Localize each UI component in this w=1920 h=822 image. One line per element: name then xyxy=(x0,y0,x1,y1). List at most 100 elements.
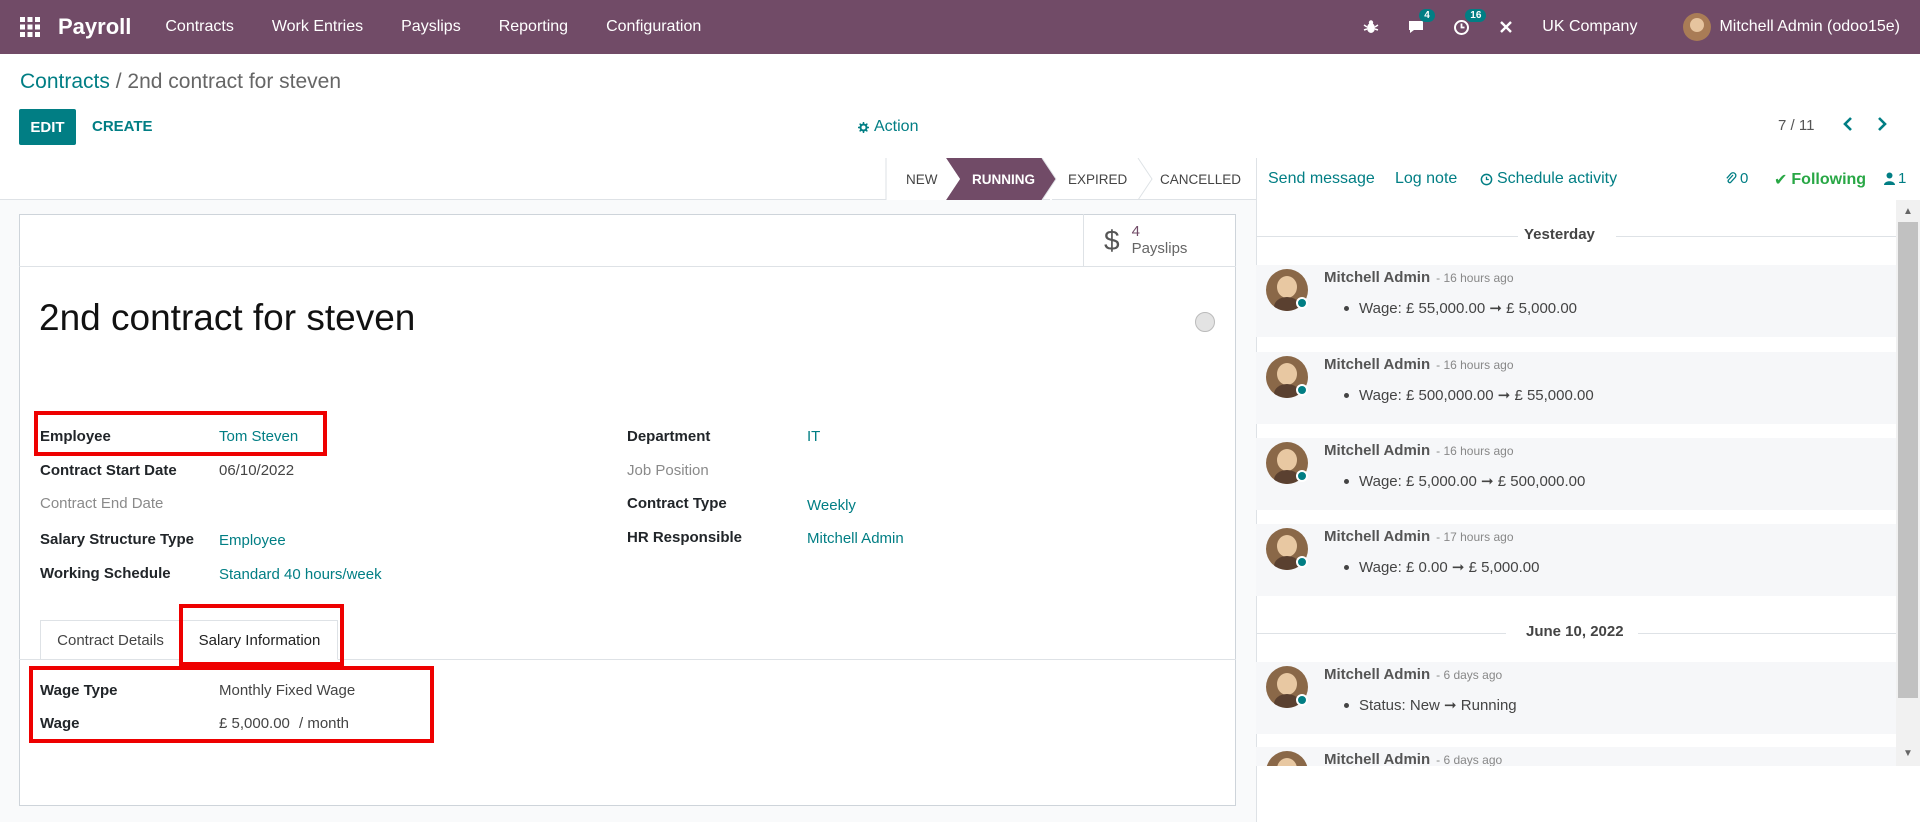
contract-type-field[interactable]: Weekly xyxy=(807,497,856,514)
message-header: Mitchell Admin - 6 days ago xyxy=(1324,666,1502,683)
chatter-message: Mitchell Admin - 16 hours ago Wage: £ 5,0… xyxy=(1256,438,1896,510)
highlight-employee xyxy=(34,411,327,456)
message-header: Mitchell Admin - 17 hours ago xyxy=(1324,528,1514,545)
online-status-icon xyxy=(1296,694,1308,706)
message-author[interactable]: Mitchell Admin xyxy=(1324,751,1430,766)
highlight-salary-tab xyxy=(179,604,344,666)
message-date: - 6 days ago xyxy=(1436,753,1503,766)
followers-count: 1 xyxy=(1898,170,1907,187)
stage-new[interactable]: NEW xyxy=(906,158,938,200)
messages-icon[interactable]: 4 xyxy=(1407,9,1435,35)
chatter-clip: Mitchell Admin - 6 days ago xyxy=(1256,747,1896,766)
chatter-scrollbar-thumb[interactable] xyxy=(1898,222,1918,698)
chatter-message: Mitchell Admin - 16 hours ago Wage: £ 55,… xyxy=(1256,265,1896,337)
company-switcher[interactable]: UK Company xyxy=(1542,18,1637,36)
action-menu[interactable]: Action xyxy=(858,118,918,136)
message-body: Wage: £ 5,000.00 ➞ £ 500,000.00 xyxy=(1344,472,1585,490)
department-field[interactable]: IT xyxy=(807,428,820,445)
menu-reporting[interactable]: Reporting xyxy=(499,18,568,36)
stage-expired[interactable]: EXPIRED xyxy=(1068,158,1127,200)
menu-contracts[interactable]: Contracts xyxy=(165,18,233,36)
working-schedule-field[interactable]: Standard 40 hours/week xyxy=(219,566,382,583)
message-date: - 16 hours ago xyxy=(1436,358,1514,372)
pager-next-icon[interactable] xyxy=(1876,116,1888,136)
department-label: Department xyxy=(627,428,711,445)
payslips-smart-button[interactable]: $ 4 Payslips xyxy=(1083,214,1236,267)
message-author[interactable]: Mitchell Admin xyxy=(1324,356,1430,373)
gear-icon xyxy=(858,121,869,133)
chatter-message: Mitchell Admin - 17 hours ago Wage: £ 0.0… xyxy=(1256,524,1896,596)
working-schedule-label: Working Schedule xyxy=(40,565,171,582)
debug-bug-icon[interactable] xyxy=(1363,19,1379,35)
app-brand[interactable]: Payroll xyxy=(58,14,131,40)
pager-previous-icon[interactable] xyxy=(1842,116,1854,136)
tracking-value: Wage: £ 500,000.00 ➞ £ 55,000.00 xyxy=(1359,387,1594,404)
edit-button[interactable]: EDIT xyxy=(19,109,76,145)
job-position-label: Job Position xyxy=(627,462,709,479)
kanban-state-icon[interactable] xyxy=(1195,312,1215,332)
contract-start-date-field[interactable]: 06/10/2022 xyxy=(219,462,294,479)
followers-button[interactable]: 1 xyxy=(1884,170,1906,187)
activities-clock-icon[interactable]: 16 xyxy=(1453,8,1487,36)
scroll-down-icon[interactable]: ▼ xyxy=(1903,748,1913,759)
contract-end-date-label: Contract End Date xyxy=(40,495,164,512)
message-body: Wage: £ 500,000.00 ➞ £ 55,000.00 xyxy=(1344,386,1594,404)
tools-close-icon[interactable] xyxy=(1498,19,1514,35)
message-date: - 16 hours ago xyxy=(1436,444,1514,458)
menu-configuration[interactable]: Configuration xyxy=(606,18,701,36)
message-date: - 17 hours ago xyxy=(1436,530,1514,544)
message-author[interactable]: Mitchell Admin xyxy=(1324,442,1430,459)
schedule-activity-button[interactable]: Schedule activity xyxy=(1480,170,1617,188)
message-header: Mitchell Admin - 16 hours ago xyxy=(1324,269,1514,286)
contract-start-date-label: Contract Start Date xyxy=(40,462,177,479)
day-label: Yesterday xyxy=(1524,226,1595,243)
attachments-button[interactable]: 0 xyxy=(1725,170,1748,187)
user-avatar[interactable] xyxy=(1683,13,1712,41)
payslips-count: 4 xyxy=(1131,222,1140,240)
salary-structure-type-field[interactable]: Employee xyxy=(219,532,286,549)
hr-responsible-field[interactable]: Mitchell Admin xyxy=(807,530,904,547)
send-message-button[interactable]: Send message xyxy=(1268,170,1375,188)
message-header: Mitchell Admin - 16 hours ago xyxy=(1324,442,1514,459)
message-author[interactable]: Mitchell Admin xyxy=(1324,269,1430,286)
messages-badge: 4 xyxy=(1419,9,1435,22)
paperclip-icon xyxy=(1726,171,1737,183)
following-button[interactable]: ✔ Following xyxy=(1774,170,1866,190)
pager-value[interactable]: 7 / 11 xyxy=(1778,117,1814,134)
author-avatar[interactable] xyxy=(1266,751,1308,766)
message-author[interactable]: Mitchell Admin xyxy=(1324,528,1430,545)
menu-work-entries[interactable]: Work Entries xyxy=(272,18,363,36)
menu-payslips[interactable]: Payslips xyxy=(401,18,461,36)
breadcrumb-separator: / xyxy=(115,70,122,93)
stage-cancelled[interactable]: CANCELLED xyxy=(1160,158,1241,200)
attachments-count: 0 xyxy=(1740,170,1749,187)
apps-menu-icon[interactable] xyxy=(20,0,50,54)
message-date: - 6 days ago xyxy=(1436,668,1503,682)
record-title[interactable]: 2nd contract for steven xyxy=(39,297,415,339)
message-author[interactable]: Mitchell Admin xyxy=(1324,666,1430,683)
activities-badge: 16 xyxy=(1465,8,1487,22)
schedule-activity-label: Schedule activity xyxy=(1497,170,1618,187)
day-separator: June 10, 2022 xyxy=(1256,623,1896,643)
message-date: - 16 hours ago xyxy=(1436,271,1514,285)
breadcrumb-contracts[interactable]: Contracts xyxy=(20,70,110,93)
dollar-icon: $ xyxy=(1104,224,1120,256)
log-note-button[interactable]: Log note xyxy=(1395,170,1457,188)
chatter-message: Mitchell Admin - 16 hours ago Wage: £ 500… xyxy=(1256,352,1896,424)
online-status-icon xyxy=(1296,297,1308,309)
systray: 4 16 UK Company Mitchell Admin (odoo15e) xyxy=(1363,0,1920,54)
action-label: Action xyxy=(874,118,919,135)
salary-structure-type-label: Salary Structure Type xyxy=(40,531,194,548)
user-menu[interactable]: Mitchell Admin (odoo15e) xyxy=(1719,18,1900,36)
tracking-value: Wage: £ 0.00 ➞ £ 5,000.00 xyxy=(1359,559,1540,576)
scroll-up-icon[interactable]: ▲ xyxy=(1903,206,1913,217)
create-button[interactable]: CREATE xyxy=(92,118,153,135)
message-header: Mitchell Admin - 6 days ago xyxy=(1324,751,1502,766)
message-body: Status: New ➞ Running xyxy=(1344,696,1517,714)
online-status-icon xyxy=(1296,556,1308,568)
message-body: Wage: £ 55,000.00 ➞ £ 5,000.00 xyxy=(1344,299,1577,317)
breadcrumb: Contracts / 2nd contract for steven xyxy=(20,70,341,94)
stage-running[interactable]: RUNNING xyxy=(972,158,1035,200)
day-label: June 10, 2022 xyxy=(1526,623,1624,640)
tab-contract-details[interactable]: Contract Details xyxy=(40,620,181,660)
